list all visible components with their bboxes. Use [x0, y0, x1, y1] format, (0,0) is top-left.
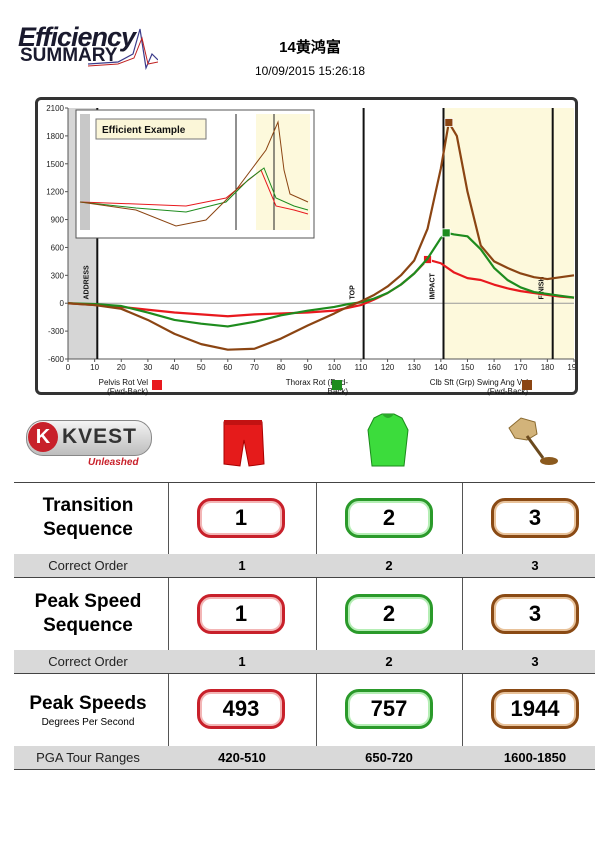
swing-chart: -600 -300 0 300 600 900 1200 1500 1800 2100 0 10 20 3…	[46, 104, 575, 372]
legend-club: Clb Sft (Grp) Swing Ang Vel (Fwd-Back)	[428, 378, 528, 396]
peak-seq-thorax-value: 2	[345, 594, 433, 634]
peak-speed-thorax-value: 757	[345, 689, 433, 729]
efficiency-summary-logo: Efficiency SUMMARY	[18, 22, 158, 74]
y-tick-label: -600	[48, 355, 65, 364]
x-tick-label: 10	[90, 363, 99, 372]
inset-address-shade	[80, 114, 90, 230]
swing-chart-panel: -600 -300 0 300 600 900 1200 1500 1800 2100 0 10 20 3…	[35, 97, 578, 396]
x-tick-label: 50	[197, 363, 206, 372]
y-tick-label: -300	[48, 327, 65, 336]
x-tick-label: 100	[328, 363, 342, 372]
correct-order-2-pelvis: 1	[238, 654, 246, 669]
peak-seq-club-value: 3	[491, 594, 579, 634]
phase-label-finish: FINISH	[539, 277, 546, 300]
correct-order-2-club: 3	[531, 654, 539, 669]
pga-ranges-label: PGA Tour Ranges	[36, 750, 140, 765]
peak-marker-2	[444, 118, 454, 127]
x-tick-label: 90	[303, 363, 312, 372]
y-tick-label: 0	[60, 299, 65, 308]
logo-waveform-icon	[88, 28, 158, 71]
session-datetime: 10/09/2015 15:26:18	[254, 64, 366, 78]
x-tick-label: 130	[408, 363, 422, 372]
phase-label-address: ADDRESS	[83, 265, 90, 300]
pga-range-thorax: 650-720	[365, 750, 413, 765]
legend-thorax-swatch	[332, 380, 342, 390]
phase-label-impact: IMPACT	[430, 272, 437, 299]
x-tick-label: 80	[277, 363, 286, 372]
transition-pelvis-value: 1	[197, 498, 285, 538]
x-tick-label: 0	[66, 363, 71, 372]
thorax-icon	[364, 412, 412, 475]
correct-order-1-pelvis: 1	[238, 558, 246, 573]
transition-thorax-value: 2	[345, 498, 433, 538]
x-tick-label: 110	[355, 363, 368, 372]
x-tick-label: 40	[170, 363, 179, 372]
y-tick-label: 2100	[46, 104, 64, 113]
inset-title: Efficient Example	[102, 125, 186, 136]
legend-pelvis-label: Pelvis Rot Vel (Fwd-Back)	[98, 378, 148, 396]
player-name: 14黄鸿富	[279, 39, 341, 56]
x-tick-label: 140	[434, 363, 448, 372]
x-tick-label: 170	[514, 363, 528, 372]
pga-range-pelvis: 420-510	[218, 750, 266, 765]
x-tick-label: 180	[541, 363, 555, 372]
transition-sequence-label: Transition Sequence	[42, 495, 134, 540]
y-tick-label: 1800	[46, 132, 64, 141]
peak-marker-1	[441, 228, 451, 238]
pga-range-club: 1600-1850	[503, 750, 567, 765]
peak-seq-pelvis-value: 1	[197, 594, 285, 634]
transition-club-value: 3	[491, 498, 579, 538]
x-tick-label: 30	[143, 363, 152, 372]
legend-club-label: Clb Sft (Grp) Swing Ang Vel (Fwd-Back)	[429, 378, 528, 396]
peak-speeds-label: Peak Speeds	[29, 693, 147, 714]
legend-pelvis-swatch	[152, 380, 162, 390]
correct-order-1-club: 3	[531, 558, 539, 573]
peak-speed-club-value: 1944	[491, 689, 579, 729]
kvest-name: KVEST	[62, 425, 138, 448]
y-tick-label: 300	[51, 271, 65, 280]
x-tick-label: 120	[381, 363, 395, 372]
x-tick-label: 160	[487, 363, 501, 372]
y-tick-label: 1200	[46, 188, 64, 197]
legend-club-swatch	[522, 380, 532, 390]
y-tick-label: 900	[51, 216, 65, 225]
x-tick-label: 70	[250, 363, 259, 372]
x-tick-label: 150	[461, 363, 475, 372]
club-hand-icon	[505, 414, 561, 473]
correct-order-label-2: Correct Order	[48, 654, 128, 669]
correct-order-label-1: Correct Order	[48, 558, 128, 573]
x-tick-label: 20	[117, 363, 126, 372]
impact-shade	[443, 108, 574, 359]
y-tick-label: 600	[51, 243, 65, 252]
y-tick-label: 1500	[46, 160, 64, 169]
pelvis-icon	[218, 418, 268, 475]
x-tick-label: 190	[567, 363, 575, 372]
peak-speed-sequence-label: Peak Speed Sequence	[34, 591, 142, 636]
kvest-logo: K KVEST Unleashed	[26, 420, 152, 470]
peak-speed-pelvis-value: 493	[197, 689, 285, 729]
phase-label-top: TOP	[350, 285, 357, 300]
x-tick-label: 60	[223, 363, 232, 372]
correct-order-1-thorax: 2	[385, 558, 393, 573]
peak-speeds-sublabel: Degrees Per Second	[41, 717, 135, 728]
kvest-tagline: Unleashed	[88, 457, 139, 468]
legend-pelvis: Pelvis Rot Vel (Fwd-Back)	[78, 378, 148, 396]
correct-order-2-thorax: 2	[385, 654, 393, 669]
